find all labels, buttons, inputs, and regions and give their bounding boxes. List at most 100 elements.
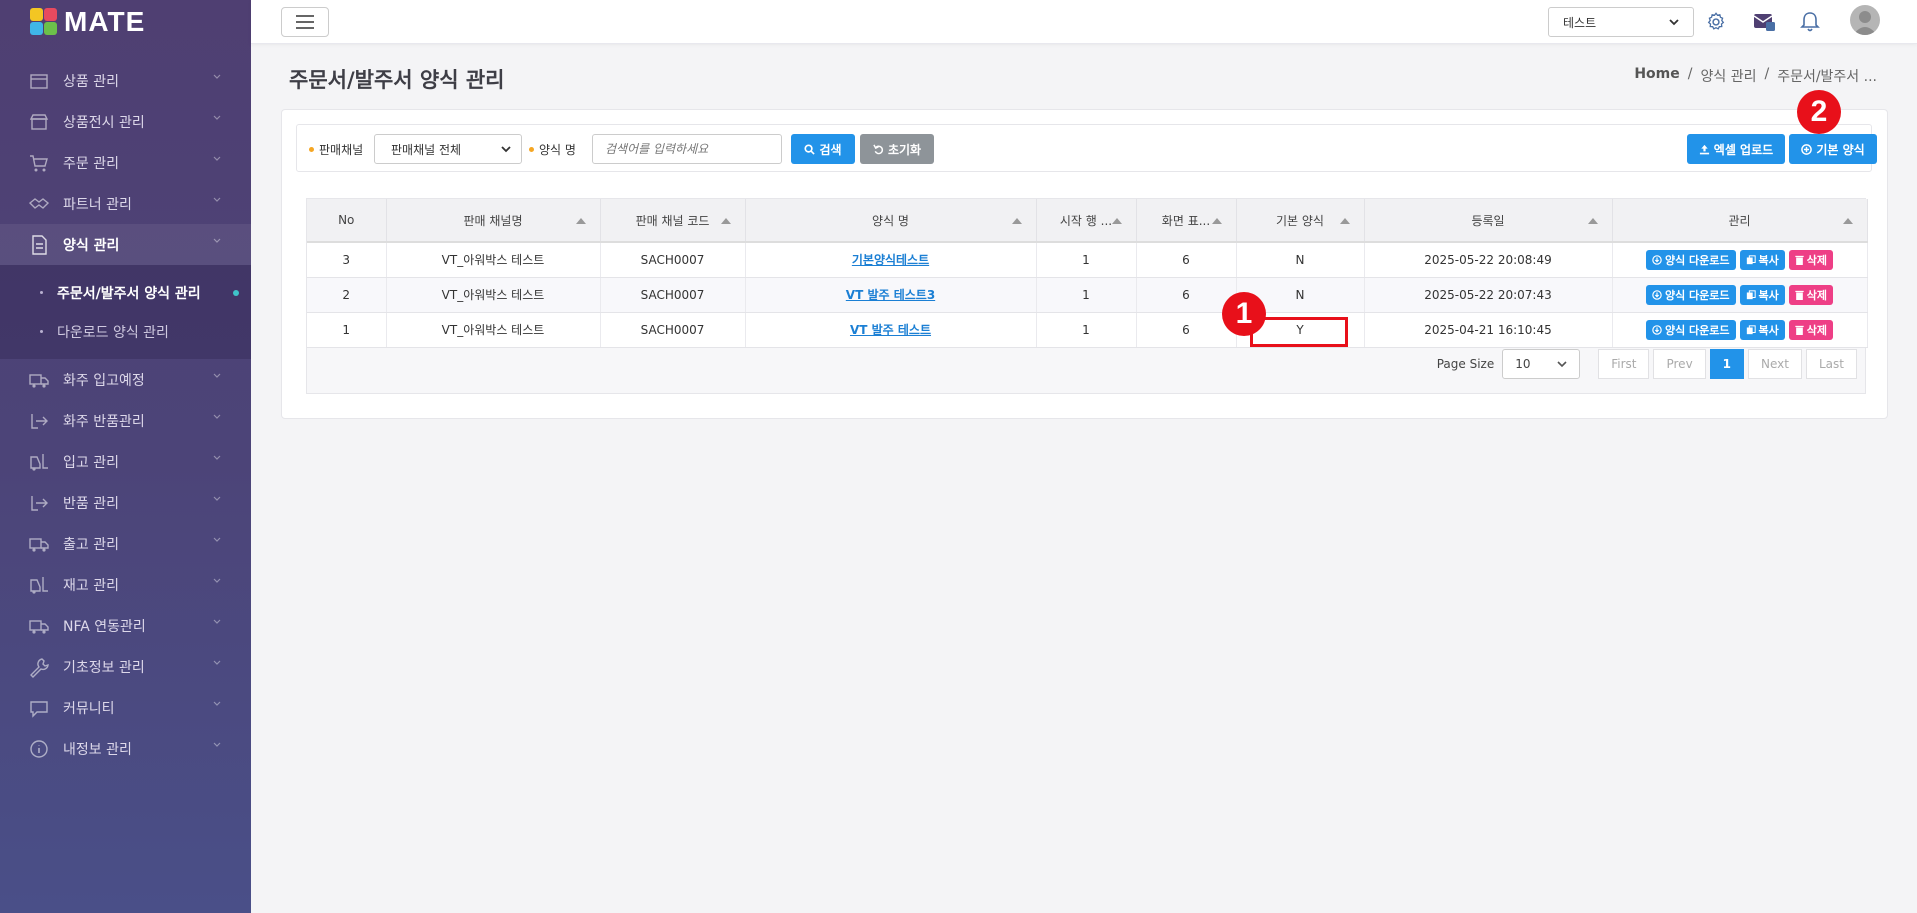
breadcrumb-home[interactable]: Home (1634, 66, 1679, 86)
cell-channel-name: VT_아워박스 테스트 (386, 242, 601, 278)
reset-button-label: 초기화 (887, 142, 922, 157)
notifications-button[interactable] (1797, 9, 1823, 35)
trash-icon (1795, 255, 1804, 265)
breadcrumb-separator: / (1687, 66, 1693, 82)
download-form-button[interactable]: 양식 다운로드 (1645, 319, 1736, 340)
form-name-link[interactable]: VT 발주 테스트3 (846, 288, 935, 302)
cell-management: 양식 다운로드 복사 삭제 (1612, 312, 1868, 348)
chevron-down-icon (213, 578, 221, 583)
plus-circle-icon (1801, 143, 1813, 155)
delete-button[interactable]: 삭제 (1788, 249, 1834, 270)
main-card: 판매채널 판매채널 전체 양식 명 검색 초기화 엑셀 업로드 기본 양식 (281, 109, 1888, 419)
sidebar-item-label: 기초정보 관리 (63, 659, 145, 676)
company-select-value: 테스트 (1563, 15, 1597, 30)
pagination: Page Size 10 First Prev 1 Next Last (1437, 349, 1857, 379)
column-header-channel-code[interactable]: 판매 채널 코드 (600, 199, 746, 243)
copy-button[interactable]: 복사 (1739, 284, 1785, 305)
sidebar-item[interactable]: NFA 연동관리 (0, 605, 251, 646)
sidebar-item-label: 파트너 관리 (63, 196, 132, 213)
column-header-management[interactable]: 관리 (1612, 199, 1868, 243)
cell-display: 6 (1136, 312, 1237, 348)
sidebar-item[interactable]: 화주 입고예정 (0, 359, 251, 400)
sidebar-item-label: 입고 관리 (63, 454, 119, 471)
company-select[interactable]: 테스트 (1548, 7, 1694, 37)
first-page-button[interactable]: First (1598, 349, 1650, 379)
last-page-button[interactable]: Last (1806, 349, 1857, 379)
chevron-down-icon (213, 156, 221, 161)
column-header-default-form[interactable]: 기본 양식 (1236, 199, 1365, 243)
copy-button[interactable]: 복사 (1739, 319, 1785, 340)
cell-form-name: 기본양식테스트 (745, 242, 1037, 278)
download-form-button[interactable]: 양식 다운로드 (1645, 284, 1736, 305)
delete-button[interactable]: 삭제 (1788, 319, 1834, 340)
sidebar-item-label: 내정보 관리 (63, 741, 132, 758)
sidebar-item[interactable]: 반품 관리 (0, 482, 251, 523)
chevron-down-icon (213, 496, 221, 501)
download-icon (1652, 255, 1662, 265)
sidebar-item[interactable]: 재고 관리 (0, 564, 251, 605)
copy-button[interactable]: 복사 (1739, 249, 1785, 270)
column-header-start-row[interactable]: 시작 행 ... (1036, 199, 1137, 243)
truck-icon (28, 533, 50, 555)
form-name-link[interactable]: 기본양식테스트 (852, 253, 929, 267)
breadcrumb-item-form-management[interactable]: 양식 관리 (1700, 66, 1756, 86)
search-button[interactable]: 검색 (791, 134, 855, 164)
chevron-down-icon (213, 74, 221, 79)
chevron-down-icon (213, 197, 221, 202)
column-header-no[interactable]: No (307, 199, 387, 243)
step-marker-1: 1 (1222, 292, 1266, 336)
chevron-down-icon (213, 115, 221, 120)
sidebar-item[interactable]: 입고 관리 (0, 441, 251, 482)
page-size-value: 10 (1515, 357, 1531, 371)
user-avatar[interactable] (1850, 5, 1880, 35)
sidebar-submenu: 주문서/발주서 양식 관리 다운로드 양식 관리 (0, 265, 251, 359)
sidebar-item[interactable]: 화주 반품관리 (0, 400, 251, 441)
channel-select[interactable]: 판매채널 전체 (374, 134, 522, 164)
sidebar-item[interactable]: 내정보 관리 (0, 728, 251, 769)
form-name-link[interactable]: VT 발주 테스트 (850, 323, 931, 337)
sidebar-item[interactable]: 상품전시 관리 (0, 101, 251, 142)
copy-icon (1746, 324, 1756, 334)
sidebar-item[interactable]: 기초정보 관리 (0, 646, 251, 687)
column-header-reg-date[interactable]: 등록일 (1364, 199, 1613, 243)
reset-button[interactable]: 초기화 (860, 134, 934, 164)
delete-button[interactable]: 삭제 (1788, 284, 1834, 305)
sidebar-subitem[interactable]: 다운로드 양식 관리 (0, 312, 251, 351)
sidebar-subitem[interactable]: 주문서/발주서 양식 관리 (0, 273, 251, 312)
messages-button[interactable] (1751, 9, 1777, 35)
menu-toggle-button[interactable] (281, 7, 329, 37)
document-icon (28, 234, 50, 256)
next-page-button[interactable]: Next (1748, 349, 1802, 379)
cell-channel-code: SACH0007 (600, 312, 746, 348)
chat-icon (28, 697, 50, 719)
sort-icon (1211, 218, 1222, 224)
sidebar-item[interactable]: 파트너 관리 (0, 183, 251, 224)
hamburger-icon (296, 15, 314, 29)
form-name-input[interactable] (592, 134, 782, 164)
truck-icon (28, 615, 50, 637)
chevron-down-icon (213, 373, 221, 378)
column-header-channel-name[interactable]: 판매 채널명 (386, 199, 601, 243)
gear-icon (1707, 12, 1725, 30)
sidebar-item[interactable]: 양식 관리 (0, 224, 251, 265)
sidebar-item[interactable]: 상품 관리 (0, 60, 251, 101)
page-size-select[interactable]: 10 (1502, 349, 1581, 379)
sidebar-item[interactable]: 출고 관리 (0, 523, 251, 564)
current-page-button[interactable]: 1 (1709, 349, 1745, 379)
table-row: 1 VT_아워박스 테스트 SACH0007 VT 발주 테스트 1 6 Y 2025-04-… (307, 312, 1868, 348)
settings-button[interactable] (1703, 9, 1729, 35)
logo[interactable]: MATE (0, 0, 251, 44)
column-header-display[interactable]: 화면 표... (1136, 199, 1237, 243)
cell-form-name: VT 발주 테스트3 (745, 277, 1037, 313)
sidebar-item[interactable]: 주문 관리 (0, 142, 251, 183)
column-header-form-name[interactable]: 양식 명 (745, 199, 1037, 243)
copy-icon (1746, 255, 1756, 264)
default-form-button[interactable]: 기본 양식 (1789, 134, 1877, 164)
prev-page-button[interactable]: Prev (1653, 349, 1706, 379)
sort-icon (575, 218, 586, 224)
cell-management: 양식 다운로드 복사 삭제 (1612, 277, 1868, 313)
return-icon (28, 492, 50, 514)
sidebar-item[interactable]: 커뮤니티 (0, 687, 251, 728)
download-form-button[interactable]: 양식 다운로드 (1645, 249, 1736, 270)
excel-upload-button[interactable]: 엑셀 업로드 (1687, 134, 1785, 164)
